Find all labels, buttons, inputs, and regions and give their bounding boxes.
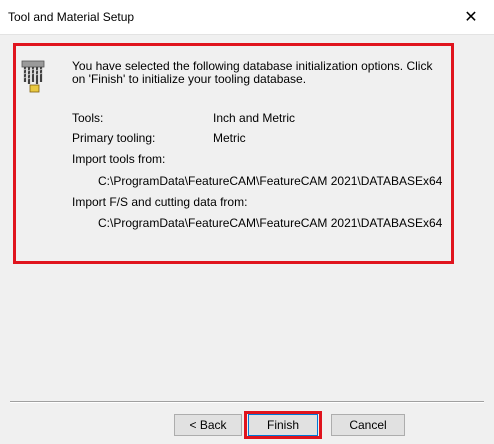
close-button[interactable]: ✕	[448, 0, 494, 34]
tools-label: Tools:	[72, 111, 104, 125]
close-icon: ✕	[464, 9, 478, 26]
import-tools-path: C:\ProgramData\FeatureCAM\FeatureCAM 202…	[98, 174, 443, 188]
footer-divider-highlight	[10, 402, 484, 403]
title-divider	[0, 34, 494, 35]
window-title: Tool and Material Setup	[8, 10, 135, 24]
primary-tooling-label: Primary tooling:	[72, 131, 156, 145]
cancel-button[interactable]: Cancel	[331, 414, 405, 436]
tools-value: Inch and Metric	[213, 111, 296, 125]
import-fs-path: C:\ProgramData\FeatureCAM\FeatureCAM 202…	[98, 216, 443, 230]
tool-rack-icon	[21, 60, 45, 93]
finish-button[interactable]: Finish	[248, 414, 318, 436]
back-button[interactable]: < Back	[174, 414, 242, 436]
import-tools-label: Import tools from:	[72, 152, 166, 166]
intro-message: You have selected the following database…	[72, 59, 433, 86]
primary-tooling-value: Metric	[213, 131, 246, 145]
title-bar: Tool and Material Setup ✕	[0, 0, 494, 34]
import-fs-label: Import F/S and cutting data from:	[72, 195, 248, 209]
